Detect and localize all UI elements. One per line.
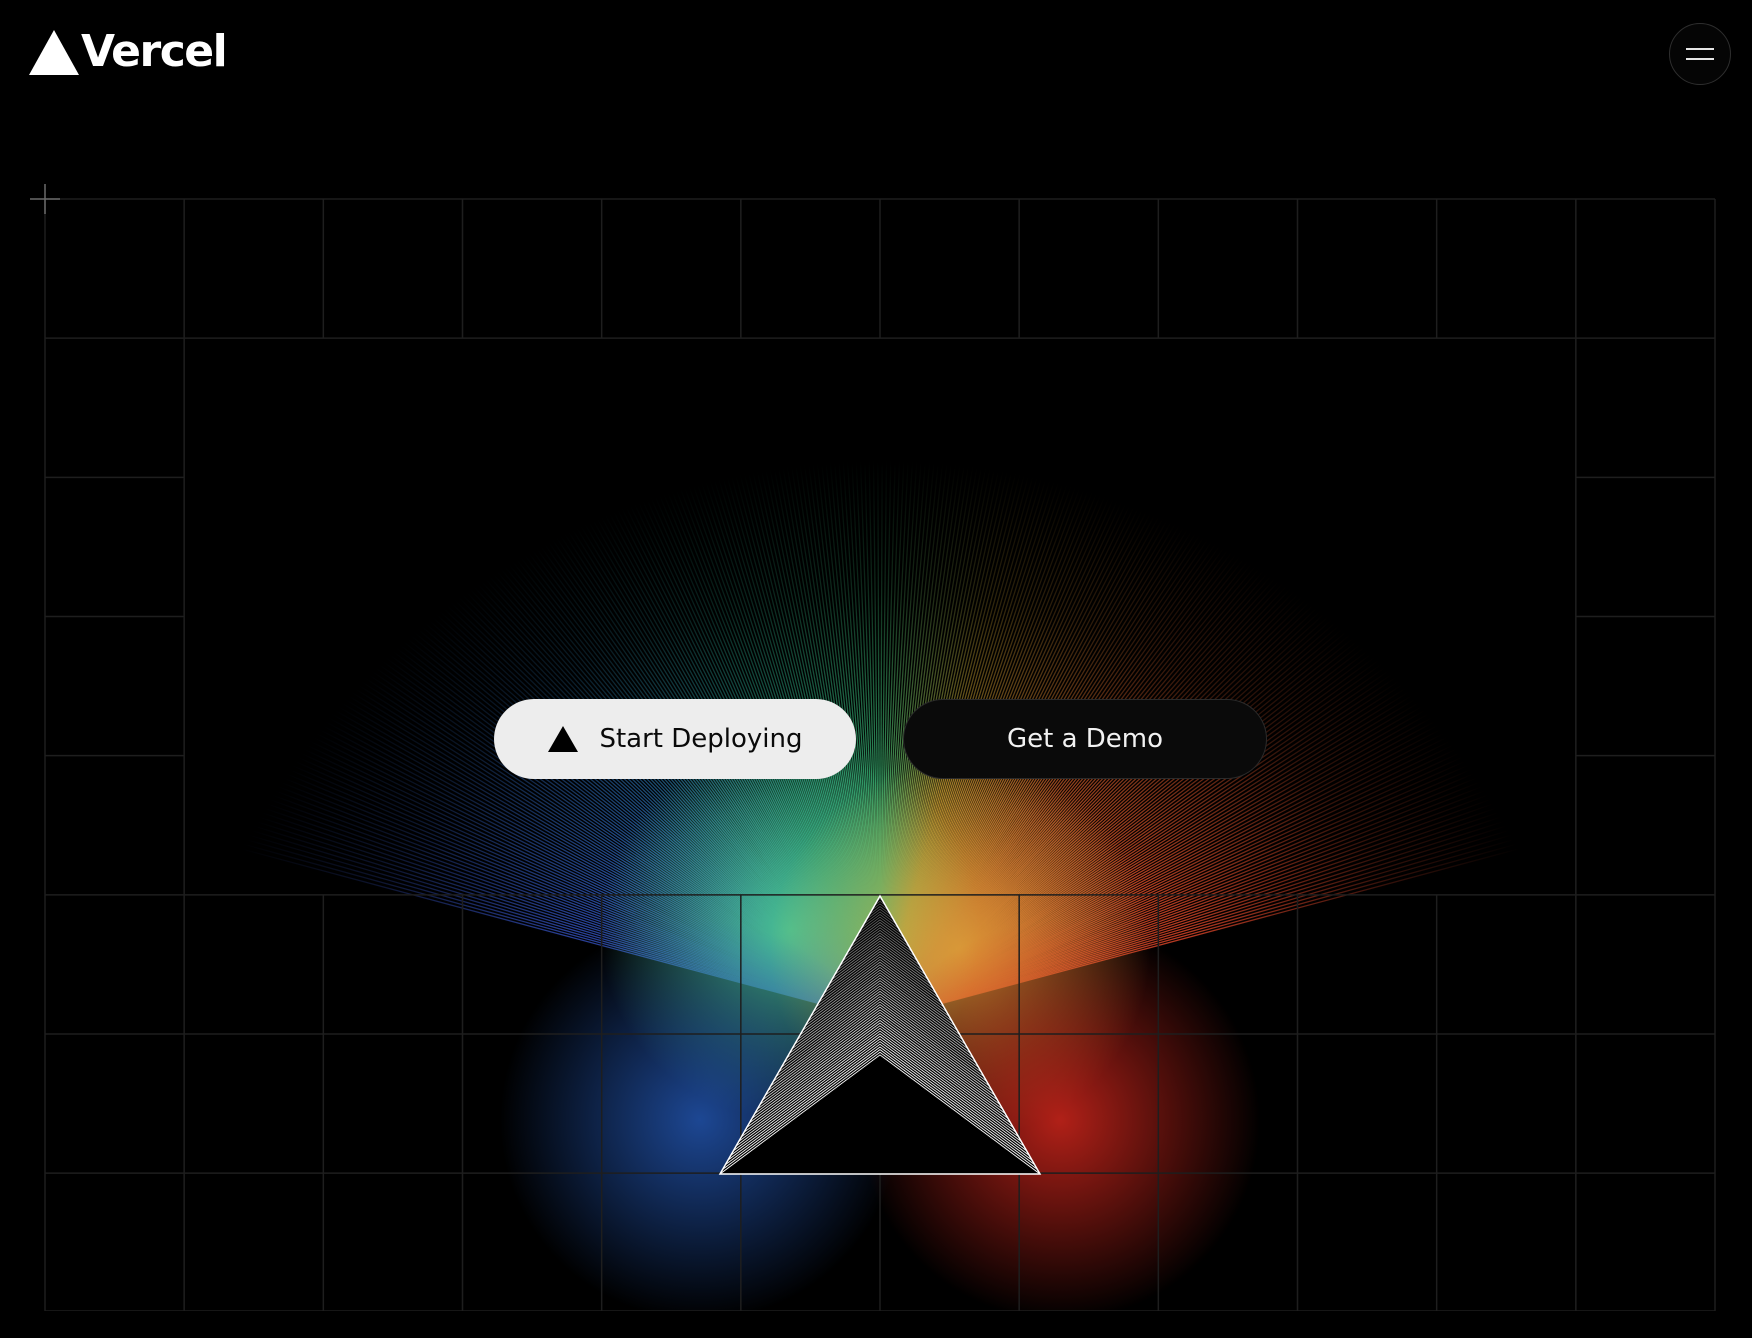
start-deploying-button[interactable]: Start Deploying (494, 699, 856, 779)
get-a-demo-label: Get a Demo (1006, 724, 1164, 754)
vercel-triangle-icon (548, 726, 579, 752)
brand-name: Vercel (81, 26, 228, 77)
menu-button[interactable] (1669, 23, 1731, 85)
get-a-demo-button[interactable]: Get a Demo (903, 699, 1267, 779)
vercel-logo[interactable]: Vercel (28, 26, 228, 77)
vercel-triangle-icon (29, 30, 79, 75)
page: Vercel Start Deploying Get a Demo (0, 0, 1752, 1338)
hamburger-menu-icon (1686, 48, 1714, 60)
hero-art (0, 0, 1752, 1338)
start-deploying-label: Start Deploying (599, 724, 803, 754)
